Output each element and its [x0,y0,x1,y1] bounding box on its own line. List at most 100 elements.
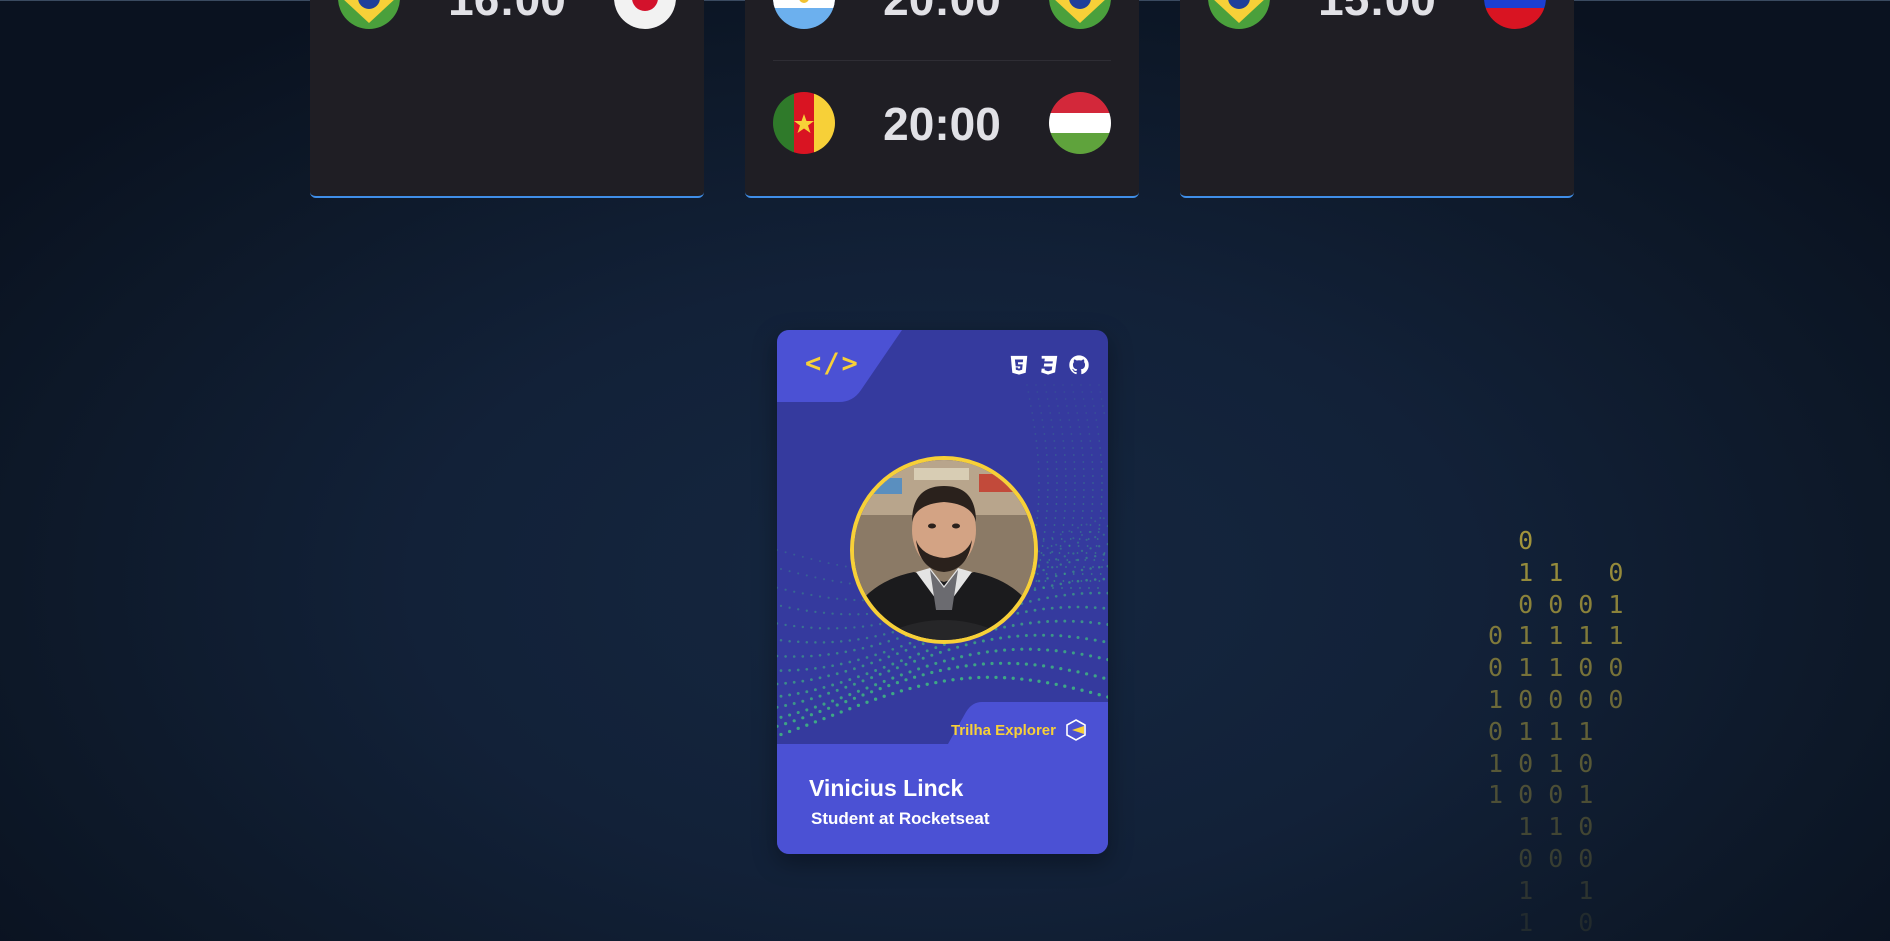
pattern-dot [1037,550,1041,553]
pattern-dot [1059,545,1062,547]
pattern-dot [1059,606,1063,609]
pattern-dot [818,595,822,598]
pattern-dot [1098,524,1101,526]
pattern-dot [788,639,791,643]
pattern-dot [857,638,860,641]
pattern-dot [1071,619,1075,623]
pattern-dot [1072,537,1075,540]
pattern-dot [925,682,929,686]
pattern-dot [891,691,895,696]
pattern-dot [1043,433,1046,435]
pattern-dot [861,646,865,650]
pattern-dot [1106,695,1108,699]
pattern-dot [1102,517,1105,520]
pattern-dot [1045,447,1047,449]
pattern-dot [1072,447,1074,449]
css3-icon[interactable] [1038,354,1060,376]
github-icon[interactable] [1068,354,1090,376]
pattern-dot [1042,664,1046,668]
pattern-dot [1072,573,1075,575]
pattern-dot [1073,503,1076,505]
pattern-dot [1039,405,1041,407]
pattern-dot [956,645,960,649]
pattern-dot [891,676,895,680]
pattern-dot [1040,412,1043,414]
pattern-dot [1033,426,1036,428]
pattern-dot [1073,461,1076,463]
pattern-dot [1072,570,1075,574]
pattern-dot [801,679,805,683]
pattern-dot [917,652,921,656]
pattern-dot [1075,559,1078,561]
pattern-dot [1034,433,1037,435]
pattern-dot [1065,482,1067,484]
pattern-dot [1085,605,1088,609]
pattern-dot [981,639,985,643]
pattern-dot [1051,538,1054,540]
pattern-dot [956,665,960,669]
pattern-dot [779,567,783,571]
pattern-dot [1056,566,1058,568]
pattern-dot [1049,412,1052,414]
pattern-dot [1046,468,1049,470]
pattern-dot [1086,419,1089,421]
pattern-dot [809,697,813,701]
pattern-dot [1102,559,1105,561]
pattern-dot [896,637,899,640]
pattern-dot [1050,545,1053,547]
pattern-dot [810,678,813,681]
pattern-dot [822,685,826,689]
pattern-dot [1047,566,1049,568]
pattern-dot [1025,610,1028,613]
html5-icon[interactable] [1008,354,1030,376]
pattern-dot [1063,447,1065,449]
pattern-dot [1046,461,1049,463]
pattern-dot [796,710,800,715]
pattern-dot [1054,682,1058,687]
pattern-dot [1064,461,1067,463]
pattern-dot [1091,510,1093,512]
pattern-dot [831,664,834,668]
pattern-dot [1059,533,1062,536]
pattern-dot [1090,454,1093,456]
pattern-dot [1024,634,1028,637]
pattern-dot [1067,635,1071,639]
pattern-dot [1075,405,1077,407]
pattern-dot [1100,496,1103,498]
pattern-dot [814,667,817,670]
binary-row: 0 0 0 1 [1488,589,1624,619]
pattern-dot [818,694,822,698]
match-row: 16:00 [338,0,676,31]
pattern-dot [779,732,783,737]
pattern-dot [1083,489,1085,491]
pattern-dot [1080,533,1084,537]
pattern-dot [1091,461,1094,463]
pattern-dot [947,667,951,671]
pattern-dot [797,608,800,611]
user-name: Vinicius Linck [809,775,964,801]
pattern-dot [1076,412,1079,414]
pattern-dot [1043,587,1045,589]
pattern-dot [1074,566,1076,568]
pattern-dot [827,596,830,599]
pattern-dot [844,626,847,630]
pattern-dot [840,581,843,584]
pattern-dot [1082,468,1085,470]
pattern-dot [792,719,796,723]
pattern-dot [1106,542,1108,546]
pattern-dot [793,624,796,628]
pattern-dot [1011,676,1015,680]
pattern-dot [1044,440,1047,442]
pattern-dot [1054,573,1057,575]
pattern-dot [1072,517,1075,519]
pattern-dot [818,654,822,657]
pattern-dot [925,664,929,668]
pattern-dot [1086,545,1089,547]
pattern-dot [1088,587,1090,589]
pattern-dot [853,667,856,671]
pattern-dot [1028,621,1032,625]
pattern-dot [904,648,908,652]
pattern-dot [810,654,813,658]
pattern-dot [836,627,839,630]
pattern-dot [1064,468,1067,470]
